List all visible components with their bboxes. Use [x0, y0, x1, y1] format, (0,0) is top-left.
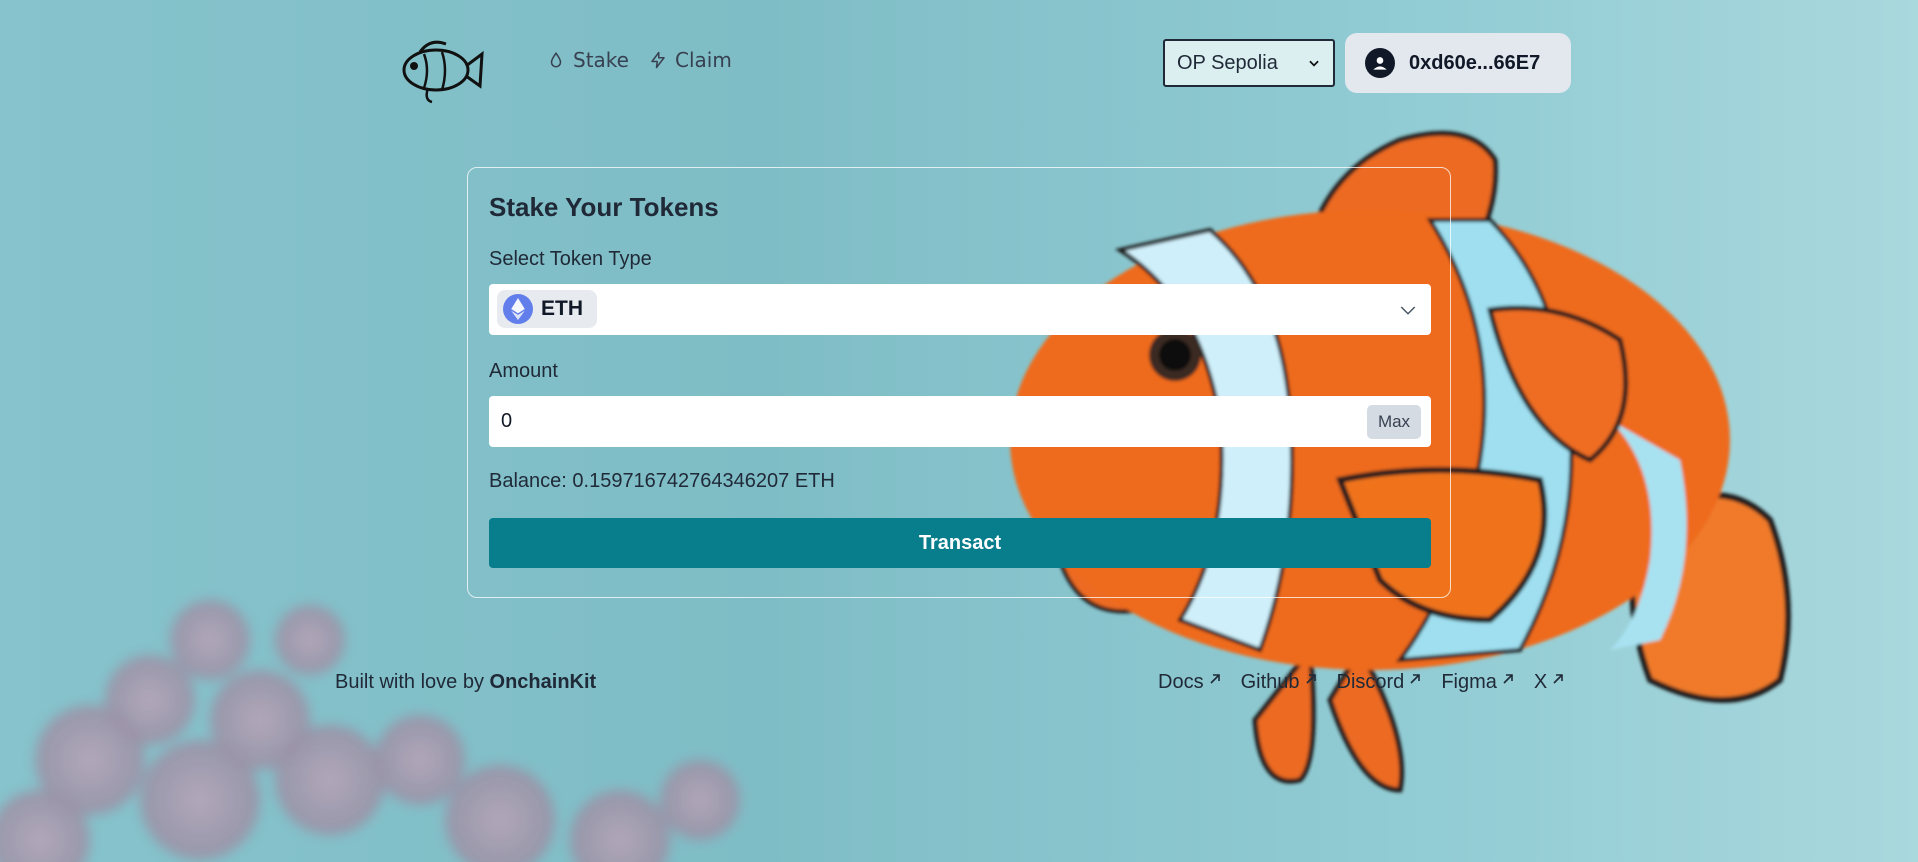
external-link-arrow-icon	[1410, 674, 1421, 684]
nav-claim[interactable]: Claim	[649, 48, 732, 72]
footer-link-label: Figma	[1441, 671, 1497, 693]
amount-input[interactable]: 0	[501, 396, 1341, 447]
user-avatar-icon	[1365, 48, 1395, 78]
footer-link-label: Discord	[1336, 671, 1405, 693]
token-select[interactable]: ETH	[489, 284, 1431, 335]
ethereum-icon	[503, 294, 533, 324]
nav-claim-label: Claim	[675, 48, 732, 72]
network-select[interactable]: OP Sepolia	[1163, 39, 1335, 87]
footer-link-x[interactable]: X	[1534, 671, 1564, 694]
footer-credit-brand[interactable]: OnchainKit	[490, 671, 597, 693]
clownfish-logo-icon[interactable]	[390, 30, 486, 106]
chevron-down-icon	[1400, 306, 1416, 315]
stake-card: Stake Your Tokens Select Token Type ETH …	[467, 167, 1451, 598]
external-link-arrow-icon	[1503, 674, 1513, 684]
lightning-icon	[651, 51, 665, 69]
max-button[interactable]: Max	[1367, 405, 1421, 439]
amount-field: 0 Max	[489, 396, 1431, 447]
top-navigation-bar: Stake Claim OP Sepolia 0xd60e...66E7	[0, 0, 1918, 125]
footer-link-label: Github	[1240, 671, 1300, 693]
footer-links: Docs Github Discord Figma X	[1158, 671, 1564, 694]
selected-token-symbol: ETH	[541, 297, 583, 320]
footer-link-figma[interactable]: Figma	[1441, 671, 1514, 694]
transact-button[interactable]: Transact	[489, 518, 1431, 568]
footer-credit: Built with love by OnchainKit	[335, 671, 596, 694]
footer-link-docs[interactable]: Docs	[1158, 671, 1221, 694]
footer-link-discord[interactable]: Discord	[1337, 671, 1422, 694]
balance-text: Balance: 0.159716742764346207 ETH	[489, 470, 835, 492]
nav-stake[interactable]: Stake	[547, 48, 629, 72]
card-title: Stake Your Tokens	[489, 192, 719, 222]
external-link-arrow-icon	[1210, 674, 1220, 684]
wallet-button[interactable]: 0xd60e...66E7	[1345, 33, 1571, 93]
footer-credit-prefix: Built with love by	[335, 671, 484, 693]
network-select-value: OP Sepolia	[1177, 51, 1278, 74]
footer-link-label: Docs	[1158, 671, 1204, 693]
drop-icon	[550, 51, 562, 68]
token-type-label: Select Token Type	[489, 248, 652, 270]
external-link-arrow-icon	[1553, 674, 1564, 684]
wallet-address: 0xd60e...66E7	[1409, 51, 1541, 74]
nav-stake-label: Stake	[573, 48, 629, 72]
selected-token-chip: ETH	[497, 290, 597, 328]
footer-link-label: X	[1533, 671, 1548, 693]
amount-label: Amount	[489, 360, 558, 382]
external-link-arrow-icon	[1305, 674, 1316, 684]
footer-link-github[interactable]: Github	[1241, 671, 1317, 694]
chevron-down-icon	[1309, 60, 1319, 67]
